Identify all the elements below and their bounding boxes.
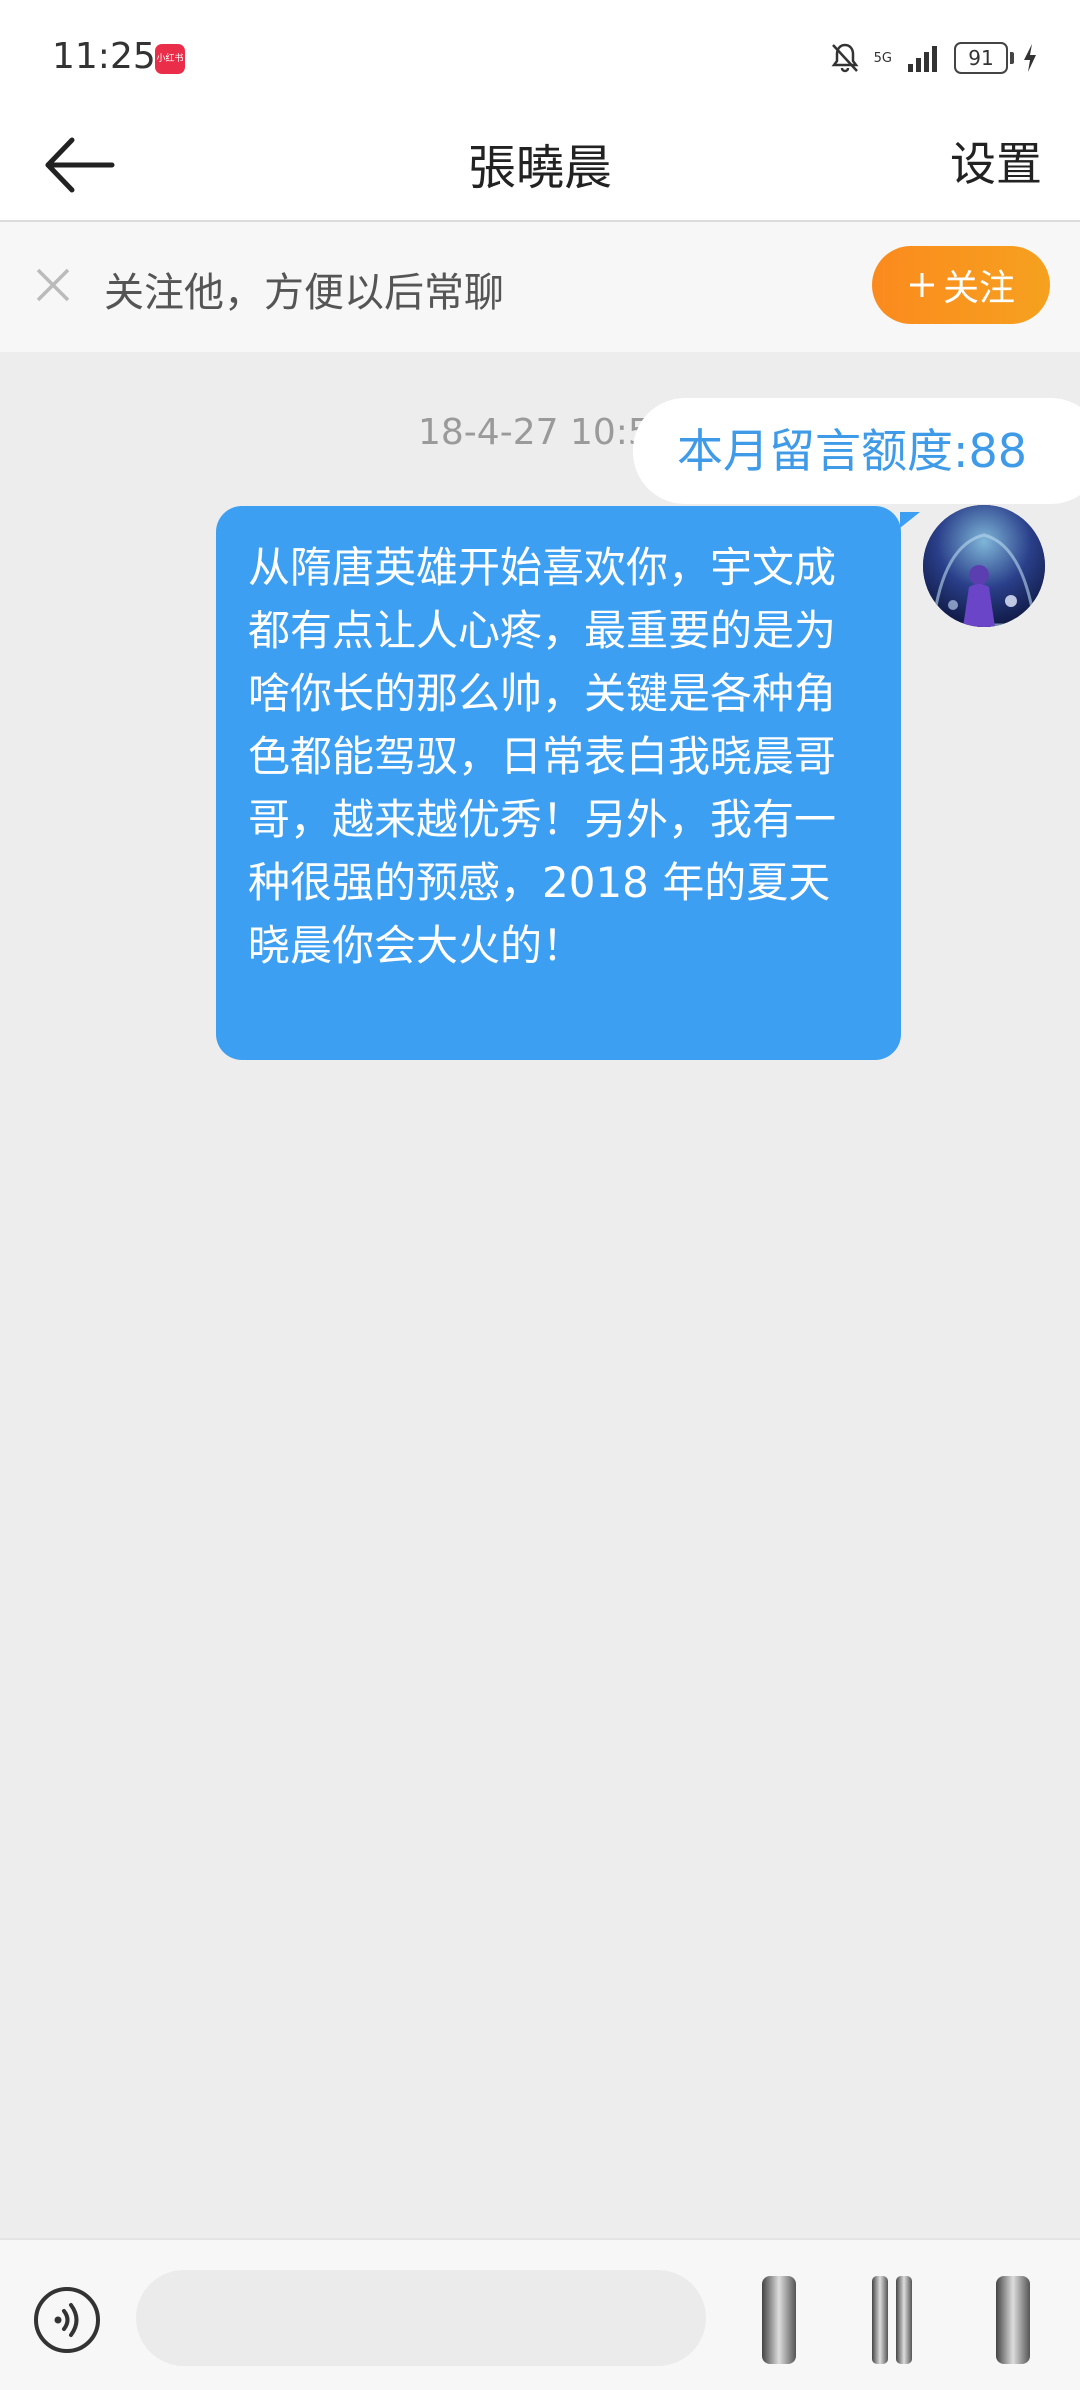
status-icons: 5G 91 xyxy=(830,40,1038,76)
follow-button-label: 关注 xyxy=(942,268,1015,309)
app-header: 張曉晨 设置 xyxy=(0,110,1080,222)
message-input[interactable] xyxy=(136,2270,706,2366)
more-icon[interactable] xyxy=(992,2272,1034,2368)
follow-button[interactable]: 关注 xyxy=(872,246,1050,324)
message-timestamp: 18-4-27 10:5 xyxy=(418,412,651,453)
battery-icon: 91 xyxy=(954,42,1014,74)
bubble-tail xyxy=(900,512,920,528)
status-time: 11:25 xyxy=(52,36,156,77)
composer-bar xyxy=(0,2238,1080,2390)
status-bar: 11:25 小红书 5G 91 xyxy=(0,0,1080,110)
voice-icon[interactable] xyxy=(32,2285,102,2355)
page-title: 張曉晨 xyxy=(467,140,612,196)
follow-banner: 关注他，方便以后常聊 关注 xyxy=(0,222,1080,352)
message-bubble[interactable]: 从隋唐英雄开始喜欢你，宇文成都有点让人心疼，最重要的是为啥你长的那么帅，关键是各… xyxy=(216,506,901,1060)
image-icon[interactable] xyxy=(872,2272,914,2368)
app-notification-icon: 小红书 xyxy=(155,44,185,74)
avatar[interactable] xyxy=(923,505,1045,627)
message-quota-badge: 本月留言额度:88 xyxy=(633,398,1080,504)
plus-icon xyxy=(909,273,934,297)
bell-muted-icon xyxy=(831,43,859,73)
charging-icon xyxy=(1024,44,1036,72)
signal-icon xyxy=(908,46,937,72)
emoji-icon[interactable] xyxy=(758,2272,800,2368)
avatar-image xyxy=(923,505,1045,627)
network-type: 5G xyxy=(873,50,892,66)
settings-button[interactable]: 设置 xyxy=(950,128,1042,194)
follow-prompt: 关注他，方便以后常聊 xyxy=(104,270,504,316)
close-icon[interactable] xyxy=(30,262,76,308)
